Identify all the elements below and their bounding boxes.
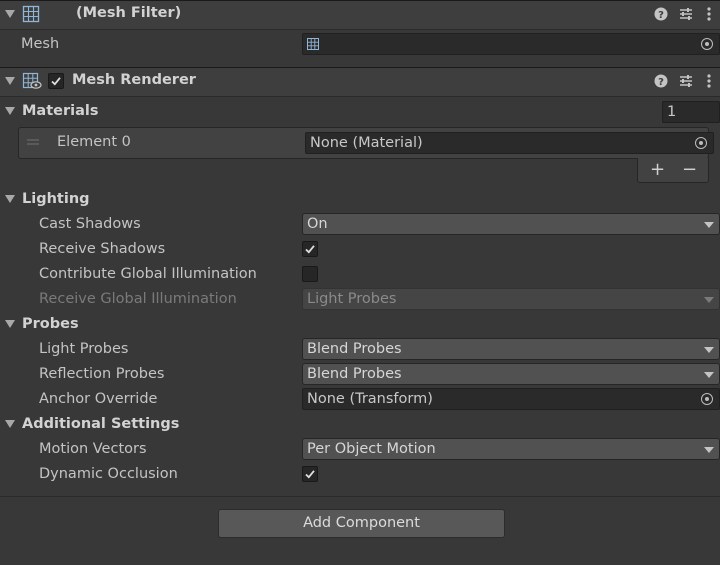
receive-gi-label: Receive Global Illumination	[39, 291, 237, 307]
svg-text:?: ?	[658, 10, 664, 21]
receive-gi-dropdown: Light Probes	[302, 288, 720, 310]
material-element-value: None (Material)	[310, 135, 423, 151]
dropdown-caret-icon	[704, 222, 714, 228]
object-picker-icon[interactable]	[695, 137, 707, 149]
mesh-asset-icon	[307, 38, 319, 50]
anchor-override-label: Anchor Override	[39, 391, 158, 407]
svg-text:?: ?	[658, 77, 664, 88]
dropdown-caret-icon	[704, 447, 714, 453]
more-menu-icon[interactable]	[706, 73, 712, 89]
foldout-arrow-icon[interactable]	[5, 10, 15, 18]
reflection-probes-label: Reflection Probes	[39, 366, 165, 382]
mesh-filter-icon	[22, 5, 40, 23]
dropdown-caret-icon	[704, 347, 714, 353]
mesh-renderer-enabled-checkbox[interactable]	[48, 73, 64, 89]
dynamic-occlusion-checkbox[interactable]	[302, 466, 318, 482]
materials-label[interactable]: Materials	[22, 103, 99, 119]
anchor-override-field[interactable]: None (Transform)	[302, 388, 720, 410]
foldout-arrow-icon[interactable]	[5, 77, 15, 85]
contribute-gi-label: Contribute Global Illumination	[39, 266, 257, 282]
mesh-label: Mesh	[21, 36, 60, 52]
checkmark-icon	[305, 245, 315, 254]
material-element-field[interactable]: None (Material)	[305, 132, 714, 154]
mesh-renderer-icon	[22, 72, 42, 89]
light-probes-label: Light Probes	[39, 341, 129, 357]
contribute-gi-checkbox[interactable]	[302, 266, 318, 282]
anchor-override-value: None (Transform)	[307, 391, 433, 407]
motion-vectors-label: Motion Vectors	[39, 441, 147, 457]
add-component-button[interactable]: Add Component	[218, 509, 505, 538]
foldout-arrow-icon[interactable]	[5, 320, 15, 328]
light-probes-value: Blend Probes	[307, 341, 402, 357]
reflection-probes-dropdown[interactable]: Blend Probes	[302, 363, 720, 385]
checkmark-icon	[305, 470, 315, 479]
foldout-arrow-icon[interactable]	[5, 107, 15, 115]
foldout-arrow-icon[interactable]	[5, 195, 15, 203]
more-menu-icon[interactable]	[706, 6, 712, 22]
cast-shadows-value: On	[307, 216, 328, 232]
receive-shadows-label: Receive Shadows	[39, 241, 166, 257]
dropdown-caret-icon	[704, 297, 714, 303]
lighting-label[interactable]: Lighting	[22, 191, 90, 207]
mesh-filter-title: (Mesh Filter)	[76, 5, 182, 21]
help-icon[interactable]: ?	[654, 74, 668, 88]
dynamic-occlusion-label: Dynamic Occlusion	[39, 466, 178, 482]
material-element-label: Element 0	[57, 134, 131, 150]
help-icon[interactable]: ?	[654, 7, 668, 21]
object-picker-icon[interactable]	[701, 393, 713, 405]
dropdown-caret-icon	[704, 372, 714, 378]
add-element-button[interactable]: +	[650, 159, 665, 180]
receive-shadows-checkbox[interactable]	[302, 241, 318, 257]
mesh-renderer-title: Mesh Renderer	[72, 72, 196, 88]
component-separator	[0, 496, 720, 497]
object-picker-icon[interactable]	[701, 38, 713, 50]
presets-icon[interactable]	[679, 74, 693, 88]
receive-gi-value: Light Probes	[307, 291, 397, 307]
motion-vectors-dropdown[interactable]: Per Object Motion	[302, 438, 720, 460]
drag-handle-icon[interactable]	[27, 139, 39, 145]
list-add-remove-footer	[637, 158, 709, 183]
light-probes-dropdown[interactable]: Blend Probes	[302, 338, 720, 360]
materials-size-field[interactable]: 1	[662, 101, 720, 123]
motion-vectors-value: Per Object Motion	[307, 441, 436, 457]
additional-settings-label[interactable]: Additional Settings	[22, 416, 179, 432]
reflection-probes-value: Blend Probes	[307, 366, 402, 382]
cast-shadows-label: Cast Shadows	[39, 216, 141, 232]
cast-shadows-dropdown[interactable]: On	[302, 213, 720, 235]
probes-label[interactable]: Probes	[22, 316, 79, 332]
foldout-arrow-icon[interactable]	[5, 420, 15, 428]
checkmark-icon	[51, 77, 61, 86]
presets-icon[interactable]	[679, 7, 693, 21]
remove-element-button[interactable]: −	[682, 159, 697, 180]
mesh-object-field[interactable]	[302, 33, 720, 55]
